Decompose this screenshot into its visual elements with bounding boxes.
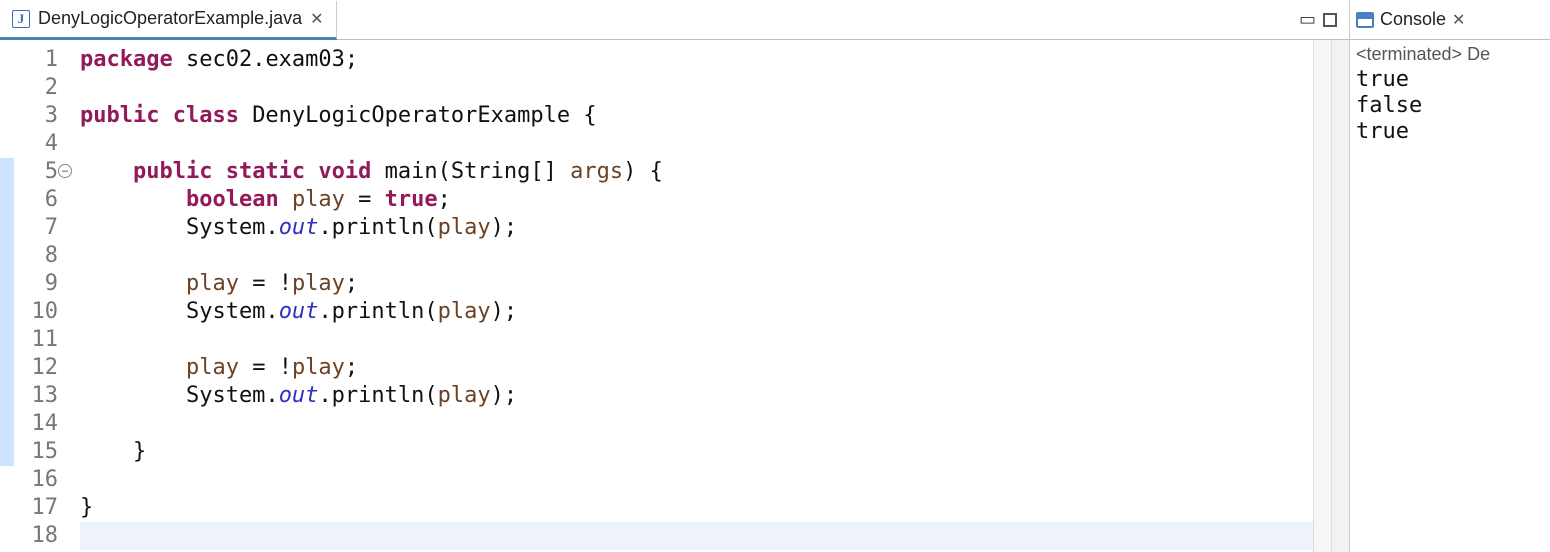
line-number: 1: [0, 46, 58, 74]
code-line[interactable]: }: [80, 438, 1313, 466]
line-number: 2: [0, 74, 58, 102]
line-number: 6: [0, 186, 58, 214]
editor-tab-bar: J DenyLogicOperatorExample.java ✕ ▭: [0, 0, 1349, 40]
console-view-icon: [1356, 12, 1374, 28]
console-output[interactable]: truefalsetrue: [1350, 65, 1550, 147]
line-number: 10: [0, 298, 58, 326]
code-line[interactable]: [80, 130, 1313, 158]
console-output-line: true: [1356, 67, 1544, 93]
code-line[interactable]: [80, 410, 1313, 438]
console-output-line: true: [1356, 119, 1544, 145]
console-output-line: false: [1356, 93, 1544, 119]
vertical-scrollbar[interactable]: [1331, 40, 1349, 552]
line-number-gutter: 12345−6789101112131415161718: [0, 40, 64, 552]
line-number: 11: [0, 326, 58, 354]
line-number: 18: [0, 522, 58, 550]
line-number: 17: [0, 494, 58, 522]
code-line[interactable]: [80, 326, 1313, 354]
editor-pane: J DenyLogicOperatorExample.java ✕ ▭ 1234…: [0, 0, 1350, 552]
line-number: 5−: [0, 158, 58, 186]
editor-tab[interactable]: J DenyLogicOperatorExample.java ✕: [0, 1, 337, 40]
line-number: 15: [0, 438, 58, 466]
code-area: 12345−6789101112131415161718 package sec…: [0, 40, 1349, 552]
code-line[interactable]: package sec02.exam03;: [80, 46, 1313, 74]
code-line[interactable]: boolean play = true;: [80, 186, 1313, 214]
code-line[interactable]: [80, 74, 1313, 102]
minimize-view-icon[interactable]: ▭: [1299, 9, 1313, 30]
overview-ruler: [1313, 40, 1331, 552]
code-line[interactable]: System.out.println(play);: [80, 214, 1313, 242]
java-file-icon: J: [12, 10, 30, 28]
line-number: 16: [0, 466, 58, 494]
line-number: 7: [0, 214, 58, 242]
line-number: 14: [0, 410, 58, 438]
code-line[interactable]: [80, 466, 1313, 494]
code-line[interactable]: public static void main(String[] args) {: [80, 158, 1313, 186]
code-line[interactable]: public class DenyLogicOperatorExample {: [80, 102, 1313, 130]
line-number: 13: [0, 382, 58, 410]
line-number: 4: [0, 130, 58, 158]
code-line[interactable]: }: [80, 494, 1313, 522]
console-tab-title[interactable]: Console: [1380, 9, 1446, 30]
line-number: 3: [0, 102, 58, 130]
view-toolbar: ▭: [1299, 9, 1349, 30]
close-tab-icon[interactable]: ✕: [310, 9, 323, 29]
code-line[interactable]: System.out.println(play);: [80, 382, 1313, 410]
code-line[interactable]: play = !play;: [80, 270, 1313, 298]
code-line[interactable]: [80, 522, 1313, 550]
code-line[interactable]: play = !play;: [80, 354, 1313, 382]
editor-tab-filename: DenyLogicOperatorExample.java: [38, 8, 302, 29]
console-pane: Console ✕ <terminated> De truefalsetrue: [1350, 0, 1550, 552]
line-number: 8: [0, 242, 58, 270]
line-number: 12: [0, 354, 58, 382]
code-text[interactable]: package sec02.exam03; public class DenyLo…: [64, 40, 1313, 552]
console-tab-bar: Console ✕: [1350, 0, 1550, 40]
close-console-icon[interactable]: ✕: [1452, 10, 1465, 30]
code-line[interactable]: System.out.println(play);: [80, 298, 1313, 326]
line-number: 9: [0, 270, 58, 298]
code-line[interactable]: [80, 242, 1313, 270]
console-status: <terminated> De: [1350, 40, 1550, 65]
maximize-view-icon[interactable]: [1323, 13, 1337, 27]
